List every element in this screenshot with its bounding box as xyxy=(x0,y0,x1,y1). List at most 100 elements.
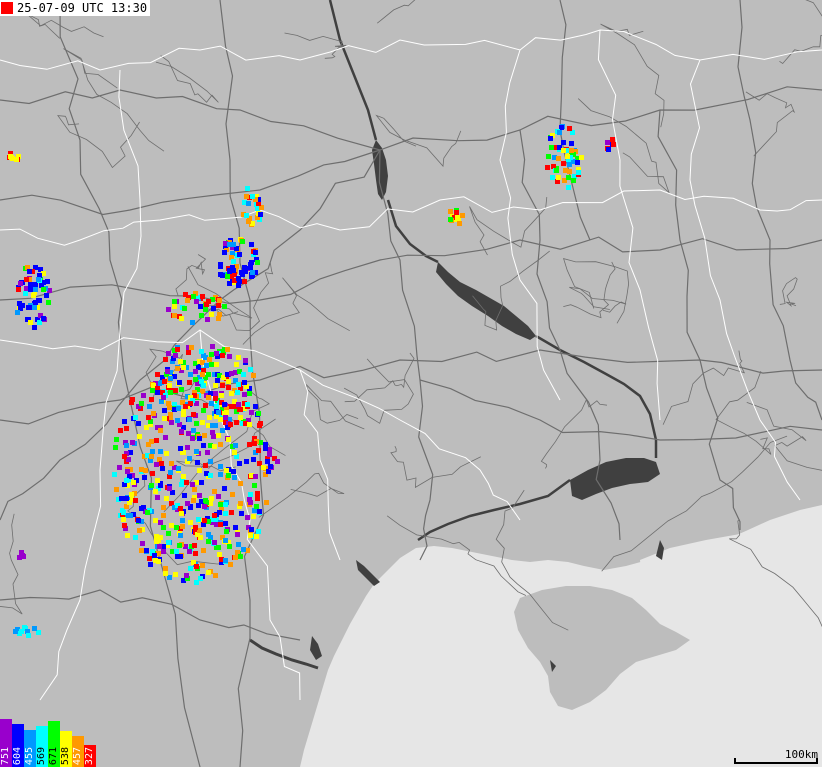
timestamp-marker xyxy=(1,2,13,14)
lightning-strike xyxy=(168,470,173,475)
lightning-strike xyxy=(202,433,207,438)
lightning-strike xyxy=(197,493,202,498)
lightning-strike xyxy=(236,283,241,288)
lightning-strike xyxy=(177,380,182,385)
lightning-strike xyxy=(156,559,161,564)
legend-label: 604 xyxy=(12,746,23,765)
lightning-strike xyxy=(194,421,199,426)
lightning-strike xyxy=(454,210,459,215)
lightning-strike xyxy=(244,459,249,464)
lightning-strike xyxy=(214,351,219,356)
lightning-strike xyxy=(160,466,165,471)
lightning-strike xyxy=(227,544,232,549)
lightning-strike xyxy=(158,483,163,488)
lightning-strike xyxy=(193,525,198,530)
lightning-strike xyxy=(124,496,129,501)
lightning-strike xyxy=(213,396,218,401)
lightning-strike xyxy=(161,505,166,510)
lightning-strike xyxy=(238,501,243,506)
lightning-strike xyxy=(557,130,562,135)
lightning-strike xyxy=(255,260,260,265)
lightning-strike xyxy=(203,403,208,408)
lightning-strike xyxy=(220,353,225,358)
legend-label: 671 xyxy=(48,746,59,765)
lightning-strike xyxy=(172,304,177,309)
lightning-strike xyxy=(41,287,46,292)
lightning-strike xyxy=(218,472,223,477)
lightning-strike xyxy=(188,520,193,525)
base-map xyxy=(0,0,822,767)
lightning-strike xyxy=(249,410,254,415)
lightning-strike xyxy=(178,506,183,511)
legend-item: 457 xyxy=(72,736,84,767)
lightning-strike xyxy=(172,313,177,318)
lightning-strike xyxy=(15,310,20,315)
lightning-strike xyxy=(139,467,144,472)
lightning-strike xyxy=(209,362,214,367)
lightning-strike xyxy=(163,566,168,571)
lightning-strike xyxy=(197,468,202,473)
lightning-strike xyxy=(248,500,253,505)
lightning-strike xyxy=(203,498,208,503)
lightning-strike xyxy=(166,351,171,356)
lightning-strike xyxy=(226,437,231,442)
lightning-strike xyxy=(216,410,221,415)
lightning-strike xyxy=(250,270,255,275)
lightning-strike xyxy=(191,412,196,417)
lightning-strike xyxy=(218,264,223,269)
lightning-strike xyxy=(579,155,584,160)
lightning-strike xyxy=(209,312,214,317)
lightning-strike xyxy=(222,250,227,255)
lightning-strike xyxy=(206,570,211,575)
lightning-strike xyxy=(224,410,229,415)
lightning-strike xyxy=(569,141,574,146)
legend-label: 457 xyxy=(72,746,83,765)
lightning-strike xyxy=(161,513,166,518)
lightning-strike xyxy=(220,428,225,433)
lightning-strike xyxy=(26,633,31,638)
lightning-strike xyxy=(152,553,157,558)
lightning-strike xyxy=(36,298,41,303)
lightning-strike xyxy=(237,461,242,466)
lightning-strike xyxy=(242,392,247,397)
lightning-strike xyxy=(223,502,228,507)
lightning-strike xyxy=(239,511,244,516)
lightning-strike xyxy=(192,487,197,492)
lightning-strike xyxy=(150,388,155,393)
lightning-strike xyxy=(217,312,222,317)
lightning-strike xyxy=(179,316,184,321)
scale-bar-tick-left xyxy=(734,758,736,764)
lightning-strike xyxy=(223,511,228,516)
lightning-strike xyxy=(147,556,152,561)
lightning-strike xyxy=(216,545,221,550)
lightning-strike xyxy=(176,466,181,471)
lightning-strike xyxy=(206,395,211,400)
lightning-strike xyxy=(261,465,266,470)
lightning-strike xyxy=(124,478,129,483)
lightning-strike xyxy=(199,313,204,318)
legend-label: 327 xyxy=(84,746,95,765)
lightning-strike xyxy=(190,482,195,487)
lightning-strike xyxy=(33,287,38,292)
lightning-strike xyxy=(169,420,174,425)
lightning-strike xyxy=(140,541,145,546)
lightning-strike xyxy=(17,301,22,306)
lightning-strike xyxy=(245,402,250,407)
lightning-strike xyxy=(235,532,240,537)
lightning-strike xyxy=(257,509,262,514)
lightning-strike xyxy=(46,300,51,305)
lightning-strike xyxy=(193,551,198,556)
lightning-strike xyxy=(205,317,210,322)
lightning-strike xyxy=(199,379,204,384)
lightning-strike xyxy=(129,492,134,497)
lightning-strike xyxy=(142,475,147,480)
lightning-strike xyxy=(211,306,216,311)
lightning-strike xyxy=(187,549,192,554)
lightning-strike xyxy=(198,535,203,540)
lightning-strike xyxy=(226,473,231,478)
lightning-strike xyxy=(448,217,453,222)
lightning-strike xyxy=(241,372,246,377)
lightning-strike xyxy=(191,294,196,299)
lightning-strike xyxy=(20,553,25,558)
lightning-strike xyxy=(248,492,253,497)
